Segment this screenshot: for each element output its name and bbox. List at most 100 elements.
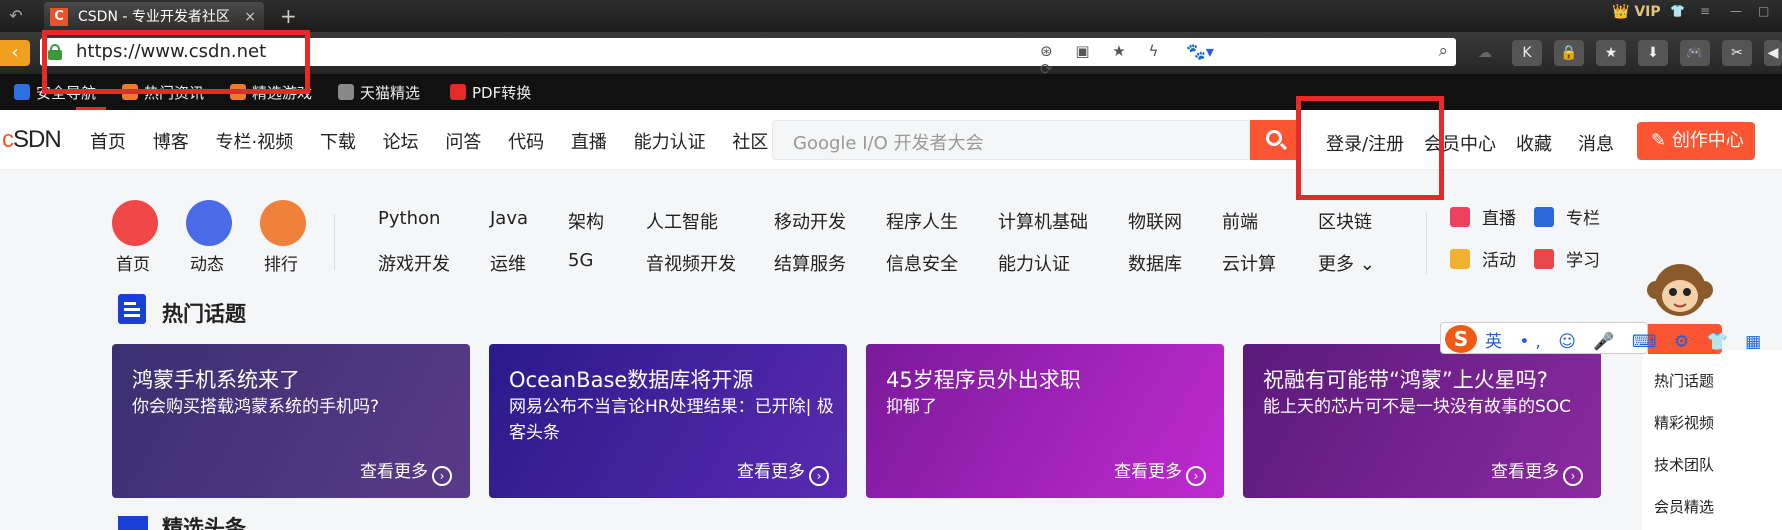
browser-tab-csdn[interactable]: C CSDN - 专业开发者社区 × xyxy=(44,2,264,32)
sidebar-videos[interactable]: 精彩视频 xyxy=(1654,412,1714,433)
quick-home-label[interactable]: 首页 xyxy=(116,250,150,275)
topic-card-harmonyos[interactable]: 鸿蒙手机系统来了 你会购买搭载鸿蒙系统的手机吗? 查看更多 › xyxy=(112,344,470,498)
back-button[interactable]: ‹ xyxy=(0,40,30,66)
toolbar-scissors-button[interactable]: ✂ xyxy=(1722,40,1752,66)
card-more-link[interactable]: 查看更多 › xyxy=(360,457,452,486)
nav-download[interactable]: 下载 xyxy=(320,132,356,153)
bookmark-tmall-icon xyxy=(338,84,354,100)
quick-feed-label[interactable]: 动态 xyxy=(190,250,224,275)
nav-column-video[interactable]: 专栏·视频 xyxy=(215,132,293,153)
more-label: 查看更多 xyxy=(1114,462,1182,482)
new-tab-button[interactable]: + xyxy=(280,2,297,30)
category-ai[interactable]: 人工智能 xyxy=(646,208,718,234)
category-more[interactable]: 更多 ⌄ xyxy=(1318,250,1375,276)
topic-card-zhurong[interactable]: 祝融有可能带“鸿蒙”上火星吗? 能上天的芯片可不是一块没有故事的SOC 查看更多… xyxy=(1243,344,1601,498)
toolbar-game-button[interactable]: 🎮 xyxy=(1680,40,1710,66)
tab-close-icon[interactable]: × xyxy=(244,2,256,32)
category-java[interactable]: Java xyxy=(490,208,528,229)
sidebar-member-picks[interactable]: 会员精选 xyxy=(1654,496,1714,517)
search-icon[interactable]: ⌕ xyxy=(1438,41,1448,61)
bookmark-pdf-icon xyxy=(450,84,466,100)
topic-card-programmer[interactable]: 45岁程序员外出求职 抑郁了 查看更多 › xyxy=(866,344,1224,498)
rank-medal-icon[interactable] xyxy=(260,200,306,246)
card-more-link[interactable]: 查看更多 › xyxy=(1114,457,1206,486)
site-search-input[interactable]: Google I/O 开发者大会 xyxy=(772,120,1250,160)
browser-search-box[interactable]: 🐾▾ ⌕ xyxy=(1176,38,1456,66)
planet-icon[interactable] xyxy=(186,200,232,246)
main-nav: 首页 博客 专栏·视频 下载 论坛 问答 代码 直播 能力认证 社区 xyxy=(90,128,789,154)
ime-tools[interactable]: 英 •, ☺ 🎤 ⌨ ⚙ 👕 ▦ xyxy=(1485,327,1767,352)
book-icon xyxy=(1534,207,1554,227)
nav-certification[interactable]: 能力认证 xyxy=(634,132,706,153)
category-cloud[interactable]: 云计算 xyxy=(1222,250,1276,276)
undo-close-icon[interactable]: ↶ xyxy=(6,6,26,26)
nav-community[interactable]: 社区 xyxy=(732,132,768,153)
card-subtitle: 能上天的芯片可不是一块没有故事的SOC xyxy=(1263,397,1572,417)
toolbar-lock-button[interactable]: 🔒 xyxy=(1554,40,1584,66)
side-link-activity[interactable]: 活动 xyxy=(1450,246,1516,271)
quick-rank-label[interactable]: 排行 xyxy=(264,250,298,275)
category-frontend[interactable]: 前端 xyxy=(1222,208,1258,234)
category-ops[interactable]: 运维 xyxy=(490,250,526,276)
category-cs-basics[interactable]: 计算机基础 xyxy=(998,208,1088,234)
bookmark-tmall[interactable]: 天猫精选 xyxy=(338,82,420,103)
maximize-icon[interactable]: □ xyxy=(1758,4,1769,18)
nav-live[interactable]: 直播 xyxy=(571,132,607,153)
card-more-link[interactable]: 查看更多 › xyxy=(737,457,829,486)
minimize-icon[interactable]: — xyxy=(1730,4,1742,18)
skin-icon[interactable]: 👕 xyxy=(1670,4,1685,18)
category-blockchain[interactable]: 区块链 xyxy=(1318,208,1372,234)
messages-link[interactable]: 消息 xyxy=(1578,130,1614,156)
category-certification[interactable]: 能力认证 xyxy=(998,250,1070,276)
browser-tab-bar: ↶ C CSDN - 专业开发者社区 × + 👑 VIP 👕 ≡ — □ xyxy=(0,0,1782,32)
category-settlement[interactable]: 结算服务 xyxy=(774,250,846,276)
menu-icon[interactable]: ≡ xyxy=(1700,4,1710,18)
logo-rest: SDN xyxy=(13,126,62,153)
nav-forum[interactable]: 论坛 xyxy=(383,132,419,153)
card-more-link[interactable]: 查看更多 › xyxy=(1491,457,1583,486)
arrow-right-icon: › xyxy=(809,466,829,486)
nav-home[interactable]: 首页 xyxy=(90,132,126,153)
baidu-paw-icon[interactable]: 🐾▾ xyxy=(1186,42,1214,61)
sidebar-tech-teams[interactable]: 技术团队 xyxy=(1654,454,1714,475)
csdn-logo[interactable]: cSDN xyxy=(2,126,62,154)
side-link-learn[interactable]: 学习 xyxy=(1534,246,1600,271)
category-security[interactable]: 信息安全 xyxy=(886,250,958,276)
site-search-button[interactable] xyxy=(1250,120,1300,160)
sidebar-hot-topics[interactable]: 热门话题 xyxy=(1654,370,1714,391)
category-game-dev[interactable]: 游戏开发 xyxy=(378,250,450,276)
toolbar-download-button[interactable]: ⬇ xyxy=(1638,40,1668,66)
cloud-icon[interactable]: ☁ xyxy=(1470,40,1500,66)
vip-badge[interactable]: 👑 VIP xyxy=(1612,4,1661,20)
toolbar-more-button[interactable]: ◀ xyxy=(1764,40,1782,66)
learn-icon xyxy=(1534,249,1554,269)
nav-blog[interactable]: 博客 xyxy=(153,132,189,153)
category-architecture[interactable]: 架构 xyxy=(568,208,604,234)
ime-toolbar[interactable]: S 英 •, ☺ 🎤 ⌨ ⚙ 👕 ▦ xyxy=(1440,322,1761,354)
bookmark-label: 天猫精选 xyxy=(360,84,421,102)
topic-card-oceanbase[interactable]: OceanBase数据库将开源 网易公布不当言论HR处理结果：已开除| 极客头条… xyxy=(489,344,847,498)
bookmark-pdf[interactable]: PDF转换 xyxy=(450,82,531,103)
toolbar-star-button[interactable]: ★ xyxy=(1596,40,1626,66)
category-mobile[interactable]: 移动开发 xyxy=(774,208,846,234)
category-av-dev[interactable]: 音视频开发 xyxy=(646,250,736,276)
nav-qa[interactable]: 问答 xyxy=(445,132,481,153)
category-database[interactable]: 数据库 xyxy=(1128,250,1182,276)
csdn-favicon-icon: C xyxy=(50,8,68,26)
category-programmer-life[interactable]: 程序人生 xyxy=(886,208,958,234)
side-link-live[interactable]: 直播 xyxy=(1450,204,1516,229)
category-python[interactable]: Python xyxy=(378,208,440,229)
create-center-button[interactable]: ✎ 创作中心 xyxy=(1637,122,1755,160)
sogou-logo-icon[interactable]: S xyxy=(1445,325,1477,353)
logo-c: c xyxy=(2,126,14,153)
right-floating-sidebar: 热门话题 精彩视频 技术团队 会员精选 xyxy=(1642,350,1782,530)
category-5g[interactable]: 5G xyxy=(568,250,593,271)
category-iot[interactable]: 物联网 xyxy=(1128,208,1182,234)
toolbar-k-button[interactable]: K xyxy=(1512,40,1542,66)
side-link-column[interactable]: 专栏 xyxy=(1534,204,1600,229)
card-subtitle: 你会购买搭载鸿蒙系统的手机吗? xyxy=(132,397,380,417)
mascot-monkey-icon[interactable] xyxy=(1646,256,1714,326)
favorites-link[interactable]: 收藏 xyxy=(1516,130,1552,156)
nav-code[interactable]: 代码 xyxy=(508,132,544,153)
home-icon[interactable] xyxy=(112,200,158,246)
